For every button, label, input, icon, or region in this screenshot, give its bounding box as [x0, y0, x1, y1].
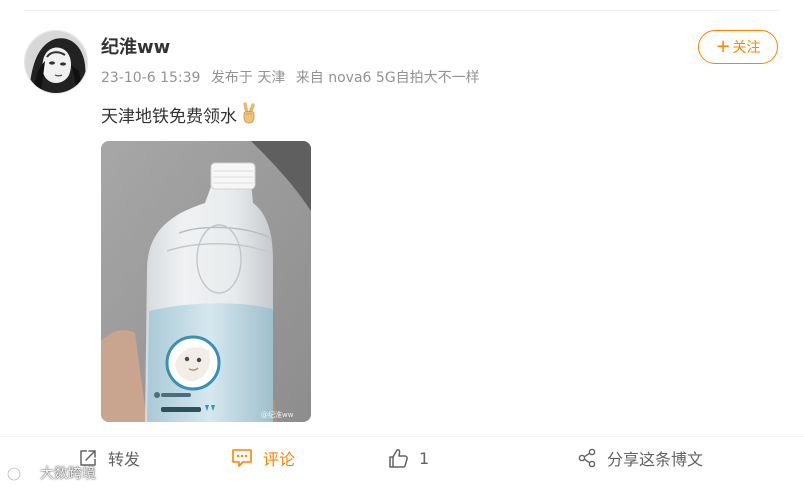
post-source: 来自 nova6 5G自拍大不一样 — [295, 70, 480, 86]
share-button[interactable]: 分享这条博文 — [577, 443, 703, 473]
weibo-post-card: 纪淮ww 23-10-6 15:39 发布于 天津 来自 nova6 5G自拍大… — [0, 0, 804, 490]
thumbs-up-icon — [387, 447, 409, 469]
post-text: 天津地铁免费领水 — [101, 107, 237, 127]
share-label: 分享这条博文 — [607, 450, 704, 469]
post-timestamp[interactable]: 23-10-6 15:39 — [101, 70, 200, 86]
actions-divider — [0, 436, 804, 437]
avatar[interactable] — [24, 30, 88, 94]
follow-label: 关注 — [732, 40, 761, 56]
like-count: 1 — [419, 448, 430, 468]
share-icon — [577, 448, 597, 468]
username[interactable]: 纪淮ww — [101, 36, 170, 60]
plus-icon: + — [715, 36, 731, 57]
corner-watermark: 大数跨境 — [6, 462, 96, 484]
top-divider — [24, 10, 780, 11]
watermark-logo-icon — [6, 464, 36, 482]
comment-button[interactable]: 评论 — [231, 443, 295, 473]
post-text-line: 天津地铁免费领水 — [101, 102, 259, 132]
victory-hand-icon — [239, 102, 259, 132]
comment-label: 评论 — [263, 450, 296, 469]
follow-button[interactable]: + 关注 — [698, 30, 778, 64]
like-button[interactable]: 1 — [387, 443, 429, 473]
post-meta: 23-10-6 15:39 发布于 天津 来自 nova6 5G自拍大不一样 — [101, 68, 486, 88]
avatar-image — [25, 31, 87, 93]
image-watermark: @纪淮ww — [261, 410, 294, 419]
watermark-text: 大数跨境 — [40, 466, 96, 482]
repost-label: 转发 — [108, 450, 141, 469]
post-location: 发布于 天津 — [210, 70, 286, 86]
comment-icon — [231, 448, 253, 468]
post-image[interactable]: @纪淮ww — [101, 141, 311, 422]
